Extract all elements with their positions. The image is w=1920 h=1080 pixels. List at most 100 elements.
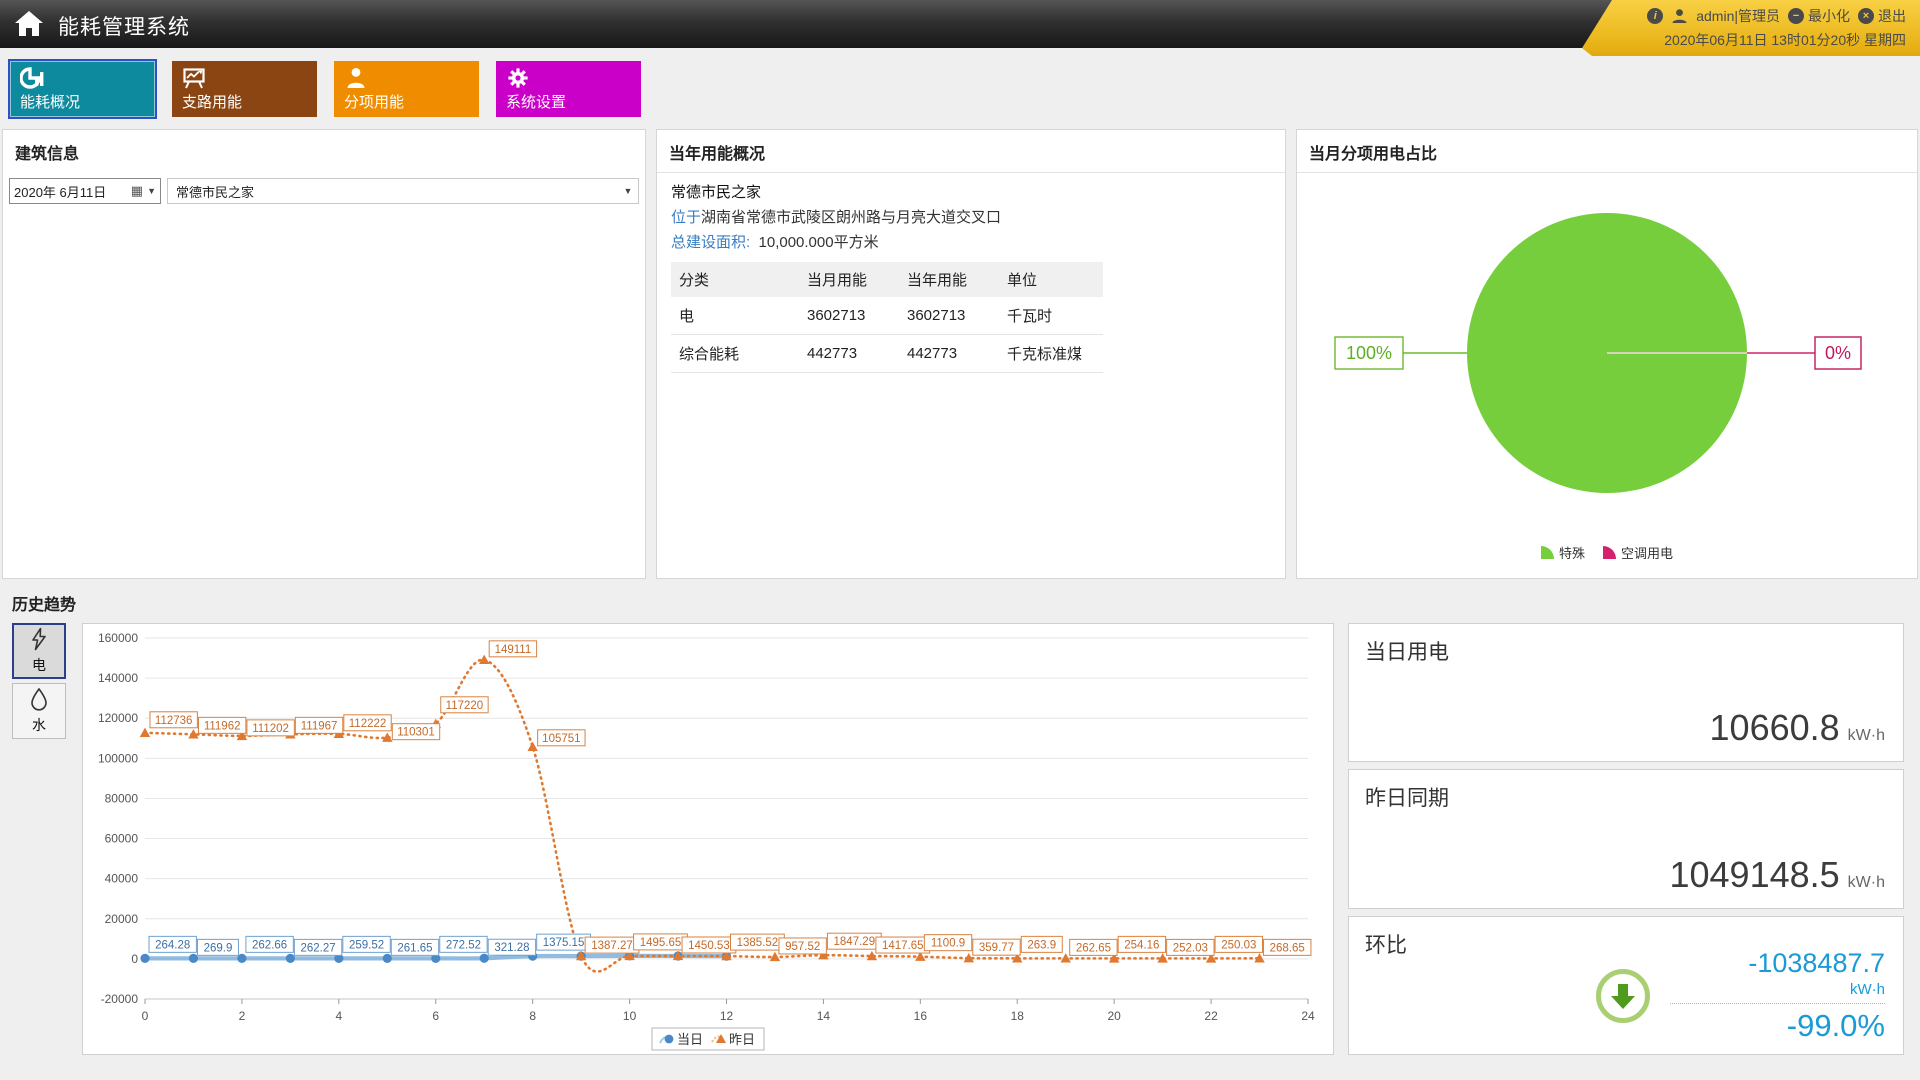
svg-text:24: 24 <box>1301 1009 1315 1023</box>
svg-text:261.65: 261.65 <box>397 942 432 954</box>
svg-text:100%: 100% <box>1346 343 1392 363</box>
minimize-icon: − <box>1788 8 1804 24</box>
svg-text:110301: 110301 <box>397 727 435 739</box>
date-picker[interactable]: 2020年 6月11日 ▦ ▼ <box>9 178 161 204</box>
svg-text:2: 2 <box>239 1009 246 1023</box>
svg-text:272.52: 272.52 <box>446 939 481 951</box>
svg-text:252.03: 252.03 <box>1173 942 1208 954</box>
svg-text:957.52: 957.52 <box>785 941 820 953</box>
ratio-unit: kW·h <box>1670 981 1885 998</box>
history-line-chart: -200000200004000060000800001000001200001… <box>83 624 1333 1054</box>
user-badge: i admin|管理员 − 最小化 × 退出 2020年06月11日 13时01… <box>1582 0 1920 56</box>
ratio-delta-value: -1038487.7 <box>1670 948 1885 979</box>
table-cell: 千瓦时 <box>999 297 1103 335</box>
electricity-icon <box>28 627 50 654</box>
svg-text:1450.53: 1450.53 <box>688 940 730 952</box>
today-usage-value: 10660.8 <box>1710 707 1840 749</box>
subentry-energy-icon <box>344 67 368 89</box>
svg-text:40000: 40000 <box>105 872 139 886</box>
nav-label: 系统设置 <box>506 91 566 112</box>
home-icon <box>14 10 44 38</box>
svg-text:262.65: 262.65 <box>1076 942 1111 954</box>
table-cell: 3602713 <box>899 297 999 335</box>
pie-legend: 特殊 空调用电 <box>1541 543 1673 562</box>
yesterday-usage-unit: kW·h <box>1848 874 1885 892</box>
svg-text:105751: 105751 <box>542 733 580 745</box>
water-drop-icon <box>28 687 50 714</box>
svg-text:250.03: 250.03 <box>1221 939 1256 951</box>
table-cell: 442773 <box>799 335 899 373</box>
chevron-down-icon: ▼ <box>147 186 156 196</box>
svg-text:14: 14 <box>817 1009 831 1023</box>
svg-text:321.28: 321.28 <box>494 942 529 954</box>
table-cell: 千克标准煤 <box>999 335 1103 373</box>
main-nav: 能耗概况 支路用能 分项用能 系统设置 <box>0 48 1920 129</box>
medium-tabs: 电水 <box>12 623 68 1055</box>
svg-text:昨日: 昨日 <box>729 1032 755 1047</box>
svg-text:1385.52: 1385.52 <box>737 937 779 949</box>
svg-text:100000: 100000 <box>98 751 138 765</box>
today-usage-unit: kW·h <box>1848 727 1885 745</box>
home-button[interactable] <box>10 6 48 42</box>
subentry-pie-chart: 100% 0% <box>1307 173 1907 541</box>
nav-branch-energy[interactable]: 支路用能 <box>172 61 317 117</box>
info-icon[interactable]: i <box>1647 8 1663 24</box>
medium-tab-label: 水 <box>32 715 46 735</box>
svg-text:112736: 112736 <box>155 715 193 727</box>
svg-text:254.16: 254.16 <box>1124 939 1159 951</box>
svg-text:268.65: 268.65 <box>1270 942 1305 954</box>
table-row: 综合能耗442773442773千克标准煤 <box>671 335 1103 373</box>
table-header: 当年用能 <box>899 262 999 297</box>
svg-text:263.9: 263.9 <box>1027 939 1056 951</box>
svg-text:0: 0 <box>131 952 138 966</box>
nav-subentry-energy[interactable]: 分项用能 <box>334 61 479 117</box>
nav-label: 能耗概况 <box>20 91 80 112</box>
nav-label: 分项用能 <box>344 91 404 112</box>
svg-text:12: 12 <box>720 1009 734 1023</box>
building-location: 位于湖南省常德市武陵区朗州路与月亮大道交叉口 <box>671 206 1271 227</box>
ratio-percent-value: -99.0% <box>1670 1008 1885 1044</box>
svg-text:120000: 120000 <box>98 711 138 725</box>
svg-text:269.9: 269.9 <box>204 942 233 954</box>
svg-text:当日: 当日 <box>677 1032 703 1047</box>
pie-legend-label: 空调用电 <box>1621 543 1673 562</box>
pie-legend-item: 特殊 <box>1541 543 1585 562</box>
yesterday-usage-label: 昨日同期 <box>1365 782 1887 812</box>
svg-text:0: 0 <box>142 1009 149 1023</box>
svg-text:80000: 80000 <box>105 791 139 805</box>
calendar-icon: ▦ <box>131 183 143 199</box>
close-icon: × <box>1858 8 1874 24</box>
history-chart-card: -200000200004000060000800001000001200001… <box>82 623 1334 1055</box>
svg-text:4: 4 <box>335 1009 342 1023</box>
medium-tab-water-drop[interactable]: 水 <box>12 683 66 739</box>
logout-button[interactable]: × 退出 <box>1858 6 1906 26</box>
svg-text:20: 20 <box>1107 1009 1121 1023</box>
history-section: 历史趋势 电水 -2000002000040000600008000010000… <box>0 579 1920 1055</box>
svg-text:111967: 111967 <box>301 720 338 732</box>
medium-tab-electricity[interactable]: 电 <box>12 623 66 679</box>
minimize-button[interactable]: − 最小化 <box>1788 6 1850 26</box>
nav-energy-overview[interactable]: 能耗概况 <box>10 61 155 117</box>
table-cell: 电 <box>671 297 799 335</box>
user-name: admin|管理员 <box>1696 6 1780 26</box>
svg-text:0%: 0% <box>1825 343 1851 363</box>
pie-legend-item: 空调用电 <box>1603 543 1673 562</box>
svg-text:16: 16 <box>914 1009 928 1023</box>
svg-text:1417.65: 1417.65 <box>882 940 924 952</box>
table-cell: 综合能耗 <box>671 335 799 373</box>
down-arrow-icon <box>1596 969 1650 1023</box>
svg-text:1100.9: 1100.9 <box>931 938 965 950</box>
monthly-pie-title: 当月分项用电占比 <box>1297 130 1917 173</box>
nav-label: 支路用能 <box>182 91 242 112</box>
svg-text:149111: 149111 <box>495 644 532 656</box>
energy-overview-icon <box>20 67 44 89</box>
monthly-pie-panel: 当月分项用电占比 100% 0% 特殊 空调用电 <box>1296 129 1918 579</box>
svg-text:-20000: -20000 <box>101 992 139 1006</box>
svg-text:140000: 140000 <box>98 671 138 685</box>
table-cell: 442773 <box>899 335 999 373</box>
nav-settings[interactable]: 系统设置 <box>496 61 641 117</box>
yesterday-usage-card: 昨日同期 1049148.5 kW·h <box>1348 769 1904 908</box>
building-select[interactable]: 常德市民之家 ▼ <box>167 178 639 204</box>
table-row: 电36027133602713千瓦时 <box>671 297 1103 335</box>
svg-text:60000: 60000 <box>105 832 139 846</box>
